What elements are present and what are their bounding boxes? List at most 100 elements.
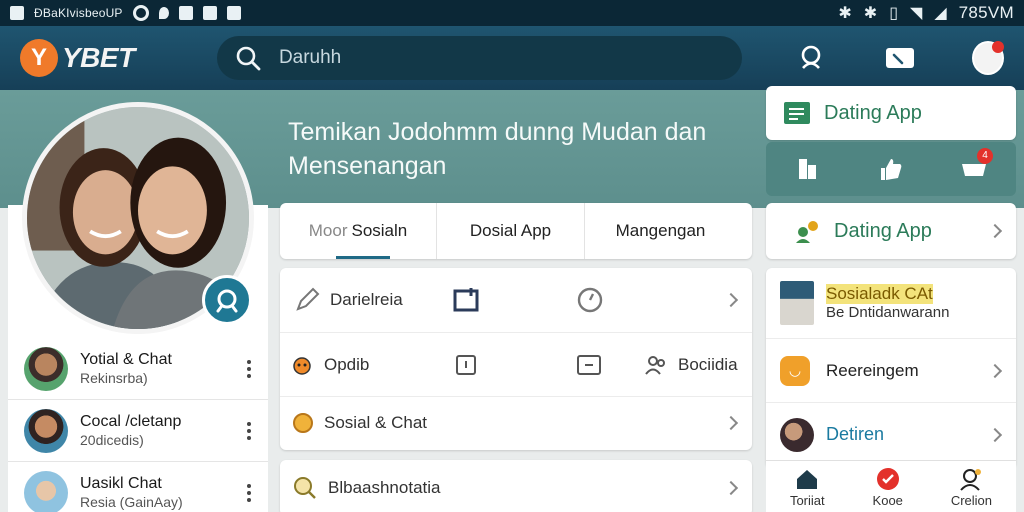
tab-label: Mangengan (615, 221, 706, 240)
vibrate-icon: ▯ (889, 5, 898, 22)
search-badge-icon (294, 477, 316, 499)
contact-subtitle: 20dicedis) (80, 431, 144, 448)
tab-label: Sosialn (351, 221, 408, 240)
chevron-right-icon (987, 363, 1003, 378)
badge-icon (216, 289, 238, 313)
nav-favorites[interactable]: Kooe (873, 467, 903, 508)
contact-avatar (24, 408, 68, 453)
bottom-nav: Toriiat Kooe Crelion (766, 460, 1016, 512)
logo-text: YBET (62, 42, 135, 73)
list-item[interactable]: Detiren (766, 402, 1016, 466)
wifi-icon: ◥ (910, 5, 923, 22)
note-icon (577, 354, 601, 375)
app-icon (178, 6, 193, 20)
users-icon (645, 355, 665, 375)
list-item[interactable]: Yotial & Chat Rekinsrba) (8, 338, 268, 400)
nav-create[interactable]: Crelion (951, 467, 992, 508)
tab-mangengan[interactable]: Mangengan (584, 203, 736, 259)
menu-item-blbaashnotatia: Blbaashnotatia (292, 475, 440, 501)
contact-name: Cocal /cletanp (80, 413, 182, 431)
page-icon (456, 354, 476, 375)
profile-search-button[interactable] (796, 42, 828, 74)
list-item[interactable]: Sosialadk CAt Be Dntidanwarann (766, 268, 1016, 338)
coin-icon (293, 412, 313, 433)
right-list-card: Sosialadk CAt Be Dntidanwarann ◡ Reerein… (766, 268, 1016, 468)
chevron-right-icon[interactable] (723, 480, 739, 496)
chevron-right-icon[interactable] (723, 415, 739, 430)
menu-card: Darielreia Opdib Bociidia Sosial & Chat (280, 268, 752, 450)
menu-card-secondary[interactable]: Blbaashnotatia (280, 460, 752, 512)
contact-subtitle: Resia (GainAay) (80, 493, 183, 510)
play-icon (226, 6, 241, 20)
menu-item-calendar[interactable] (452, 287, 480, 313)
chat-bubble-icon: ◡ (780, 355, 810, 386)
contact-subtitle: Rekinsrba) (80, 369, 148, 386)
download-icon (202, 6, 217, 20)
status-app-text: ĐBaKIvisbeoUP (34, 6, 123, 20)
tab-label: Dosial App (469, 221, 552, 240)
pet-icon (293, 356, 311, 375)
app-header: Y YBET (0, 26, 1024, 90)
menu-row: Opdib Bociidia (280, 332, 752, 396)
list-item[interactable]: ◡ Reereingem (766, 338, 1016, 402)
contact-name: Yotial & Chat (80, 351, 172, 369)
tab-dosial-app[interactable]: Dosial App (436, 203, 584, 259)
home-icon (797, 470, 818, 489)
menu-item-label: Sosial & Chat (324, 412, 427, 432)
list-item[interactable]: Uasikl Chat Resia (GainAay) (8, 462, 268, 512)
search-bar[interactable] (216, 36, 742, 80)
chat-list-icon (784, 102, 810, 124)
contact-avatar (24, 470, 68, 512)
nav-label: Kooe (872, 493, 903, 508)
status-bar: ĐBaKIvisbeoUP ✱ ✱ ▯ ◥ ◢ 785VM (0, 0, 1024, 26)
edit-profile-button[interactable] (202, 275, 252, 325)
card-title: Dating App (824, 101, 922, 124)
chevron-right-icon (987, 427, 1003, 442)
category-tabs: Moor Sosialn Dosial App Mangengan (280, 203, 752, 259)
list-title: Reereingem (826, 360, 919, 380)
logo-mark: Y (20, 39, 58, 77)
clock-icon (577, 287, 603, 313)
user-add-icon (960, 469, 982, 491)
notification-badge: 4 (977, 147, 993, 164)
building-icon[interactable] (793, 155, 821, 183)
app-logo[interactable]: Y YBET (20, 39, 197, 77)
menu-item-clock[interactable] (576, 286, 604, 314)
more-options-icon[interactable] (240, 359, 258, 378)
nav-home[interactable]: Toriiat (790, 467, 825, 508)
thumbnail-image (780, 281, 814, 325)
location-icon (158, 7, 169, 19)
list-subtitle: Be Dntidanwarann (826, 304, 950, 322)
menu-item-opdib[interactable]: Opdib (290, 353, 369, 377)
heart-icon (876, 468, 899, 490)
menu-item-page[interactable] (454, 353, 478, 377)
menu-item-bociidia[interactable]: Bociidia (644, 353, 738, 377)
chevron-right-icon[interactable] (723, 292, 739, 308)
menu-item-label: Opdib (324, 354, 370, 374)
menu-item-note[interactable] (576, 353, 602, 377)
signal-icon: ◢ (934, 5, 947, 22)
list-item[interactable]: Cocal /cletanp 20dicedis) (8, 400, 268, 462)
bluetooth-icon: ✱ (838, 5, 852, 22)
contact-avatar (24, 346, 68, 391)
record-icon (132, 5, 149, 21)
menu-item-label: Blbaashnotatia (328, 478, 441, 497)
notification-tray-button[interactable]: 4 (959, 147, 993, 185)
more-options-icon[interactable] (240, 421, 258, 440)
tab-sosial[interactable]: Moor Sosialn (280, 203, 436, 259)
messages-button[interactable] (884, 42, 916, 74)
list-title: Detiren (826, 424, 885, 444)
menu-row: Blbaashnotatia (280, 460, 752, 512)
like-icon[interactable] (875, 154, 905, 184)
menu-row[interactable]: Sosial & Chat (280, 396, 752, 448)
dating-app-row[interactable]: Dating App (766, 203, 1016, 259)
dating-app-card[interactable]: Dating App (766, 86, 1016, 140)
search-input[interactable] (278, 47, 724, 69)
tab-prefix: Moor (308, 221, 348, 240)
more-options-icon[interactable] (240, 483, 258, 502)
menu-item-darielreia[interactable]: Darielreia (294, 287, 403, 313)
notification-icon (10, 6, 24, 20)
nav-label: Crelion (950, 493, 993, 508)
pencil-icon (296, 287, 320, 311)
account-button[interactable] (972, 41, 1004, 75)
